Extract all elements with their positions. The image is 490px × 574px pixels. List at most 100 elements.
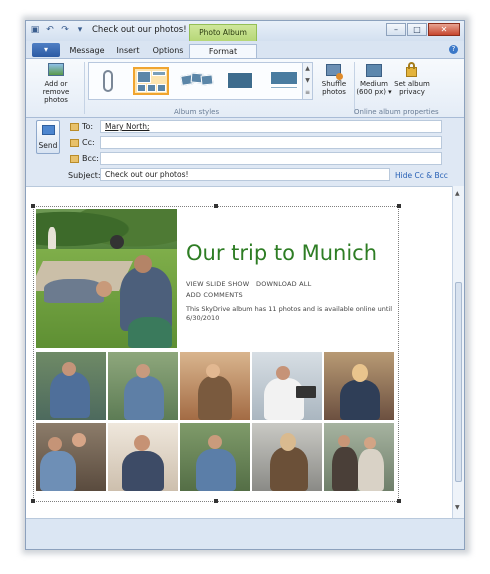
album-title: Our trip to Munich — [186, 241, 378, 265]
quick-access-toolbar: ▣ ↶ ↷ ▾ — [30, 25, 85, 35]
resize-handle[interactable] — [214, 499, 218, 503]
subject-field[interactable]: Check out our photos! — [100, 168, 390, 181]
photo-size-label: Medium (600 px) ▾ — [356, 80, 392, 96]
album-thumbnail[interactable] — [36, 423, 106, 491]
send-label: Send — [38, 141, 58, 150]
thumb-laptop — [296, 386, 316, 398]
album-description: This SkyDrive album has 11 photos and is… — [186, 305, 393, 322]
set-album-privacy-button[interactable]: Set album privacy — [392, 61, 432, 105]
album-style-frame[interactable] — [223, 67, 259, 95]
maximize-button[interactable]: □ — [407, 23, 427, 36]
resize-handle[interactable] — [397, 499, 401, 503]
thumb-face — [72, 433, 86, 447]
tab-options[interactable]: Options — [148, 44, 188, 58]
shuffle-photos-button[interactable]: Shuffle photos — [316, 61, 352, 105]
photo-size-icon — [366, 64, 382, 77]
minimize-button[interactable]: – — [386, 23, 406, 36]
photo-man-left — [44, 279, 104, 303]
address-book-icon[interactable] — [70, 123, 79, 131]
recipient-mary-north[interactable]: Mary North; — [105, 122, 149, 131]
title-bar: ▣ ↶ ↷ ▾ Check out our photos! Photo Albu… — [26, 21, 464, 52]
thumb-figure — [122, 451, 164, 491]
thumb-face — [280, 433, 296, 451]
ribbon-tab-row: ▾ Message Insert Options Format ? — [26, 41, 464, 58]
album-styles-group-label: Album styles — [174, 108, 220, 116]
window-controls: – □ ✕ — [386, 23, 460, 36]
gallery-scroll-controls[interactable]: ▲ ▼ ≡ — [302, 63, 312, 99]
resize-handle[interactable] — [31, 499, 35, 503]
vertical-scrollbar[interactable]: ▲ ▼ — [452, 186, 464, 518]
thumb-figure — [270, 447, 308, 491]
dropdown-icon[interactable]: ▾ — [75, 25, 85, 35]
thumb-face — [62, 362, 76, 376]
tab-message[interactable]: Message — [66, 44, 108, 58]
scroll-down-arrow-icon[interactable]: ▼ — [455, 504, 460, 511]
undo-icon[interactable]: ↶ — [45, 25, 55, 35]
resize-handle[interactable] — [31, 204, 35, 208]
send-button[interactable]: Send — [36, 120, 60, 154]
thumb-face — [134, 435, 150, 451]
album-styles-gallery: ▲ ▼ ≡ — [88, 62, 313, 100]
lock-shackle — [408, 62, 415, 69]
album-thumbnail[interactable] — [36, 352, 106, 420]
resize-handle[interactable] — [397, 204, 401, 208]
album-thumbnail[interactable] — [252, 352, 322, 420]
album-style-collage[interactable] — [133, 67, 169, 95]
thumb-face — [364, 437, 376, 449]
scrollbar-thumb[interactable] — [455, 282, 462, 482]
thumb-figure — [332, 447, 358, 491]
tab-format[interactable]: Format — [189, 44, 257, 58]
album-thumbnail[interactable] — [108, 423, 178, 491]
photo-album[interactable]: Our trip to Munich VIEW SLIDE SHOW DOWNL… — [31, 204, 401, 503]
tab-insert[interactable]: Insert — [110, 44, 146, 58]
redo-icon[interactable]: ↷ — [60, 25, 70, 35]
album-style-strip[interactable] — [267, 67, 303, 95]
photo-size-dropdown[interactable]: Medium (600 px) ▾ — [356, 61, 392, 105]
add-comments-link[interactable]: ADD COMMENTS — [186, 291, 243, 299]
ribbon-separator — [354, 62, 355, 114]
photo-face — [96, 281, 112, 297]
hide-cc-bcc-link[interactable]: Hide Cc & Bcc — [395, 171, 448, 180]
album-style-scattered[interactable] — [179, 67, 215, 95]
thumb-figure — [198, 376, 232, 420]
thumb-face — [352, 364, 368, 382]
download-all-link[interactable]: DOWNLOAD ALL — [256, 280, 311, 288]
bcc-field[interactable] — [100, 152, 442, 165]
album-thumbnail[interactable] — [324, 423, 394, 491]
album-thumbnail[interactable] — [180, 423, 250, 491]
set-album-privacy-label: Set album privacy — [394, 80, 430, 96]
close-button[interactable]: ✕ — [428, 23, 460, 36]
cc-field[interactable] — [100, 136, 442, 149]
send-icon — [42, 125, 55, 135]
status-bar — [26, 518, 464, 549]
album-thumbnail[interactable] — [108, 352, 178, 420]
mail-compose-window: ▣ ↶ ↷ ▾ Check out our photos! Photo Albu… — [25, 20, 465, 550]
album-thumbnail[interactable] — [324, 352, 394, 420]
thumb-face — [206, 364, 220, 378]
message-header: Send To: Mary North; Cc: Bcc: Subject: C… — [26, 118, 464, 186]
address-book-icon[interactable] — [70, 139, 79, 147]
online-album-properties-label: Online album properties — [354, 108, 439, 116]
address-book-icon[interactable] — [70, 155, 79, 163]
cc-label[interactable]: Cc: — [82, 138, 95, 147]
thumb-figure — [124, 376, 164, 420]
thumb-face — [136, 364, 150, 378]
album-thumbnail[interactable] — [252, 423, 322, 491]
paperclip-style-icon[interactable] — [103, 70, 113, 92]
album-cover-photo[interactable] — [36, 209, 177, 348]
message-body[interactable]: Our trip to Munich VIEW SLIDE SHOW DOWNL… — [26, 186, 452, 518]
to-label[interactable]: To: — [82, 122, 93, 131]
album-thumbnail[interactable] — [180, 352, 250, 420]
scroll-up-arrow-icon[interactable]: ▲ — [455, 190, 460, 197]
to-field[interactable]: Mary North; — [100, 120, 442, 133]
bcc-label[interactable]: Bcc: — [82, 154, 99, 163]
save-icon[interactable]: ▣ — [30, 25, 40, 35]
help-icon[interactable]: ? — [449, 45, 458, 54]
resize-handle[interactable] — [214, 204, 218, 208]
file-menu-button[interactable]: ▾ — [32, 43, 60, 57]
thumb-figure — [196, 449, 236, 491]
add-remove-photos-button[interactable]: Add or remove photos — [32, 61, 80, 105]
thumb-face — [48, 437, 62, 451]
view-slide-show-link[interactable]: VIEW SLIDE SHOW — [186, 280, 249, 288]
ribbon: Add or remove photos ▲ ▼ ≡ Album styles … — [26, 58, 464, 118]
